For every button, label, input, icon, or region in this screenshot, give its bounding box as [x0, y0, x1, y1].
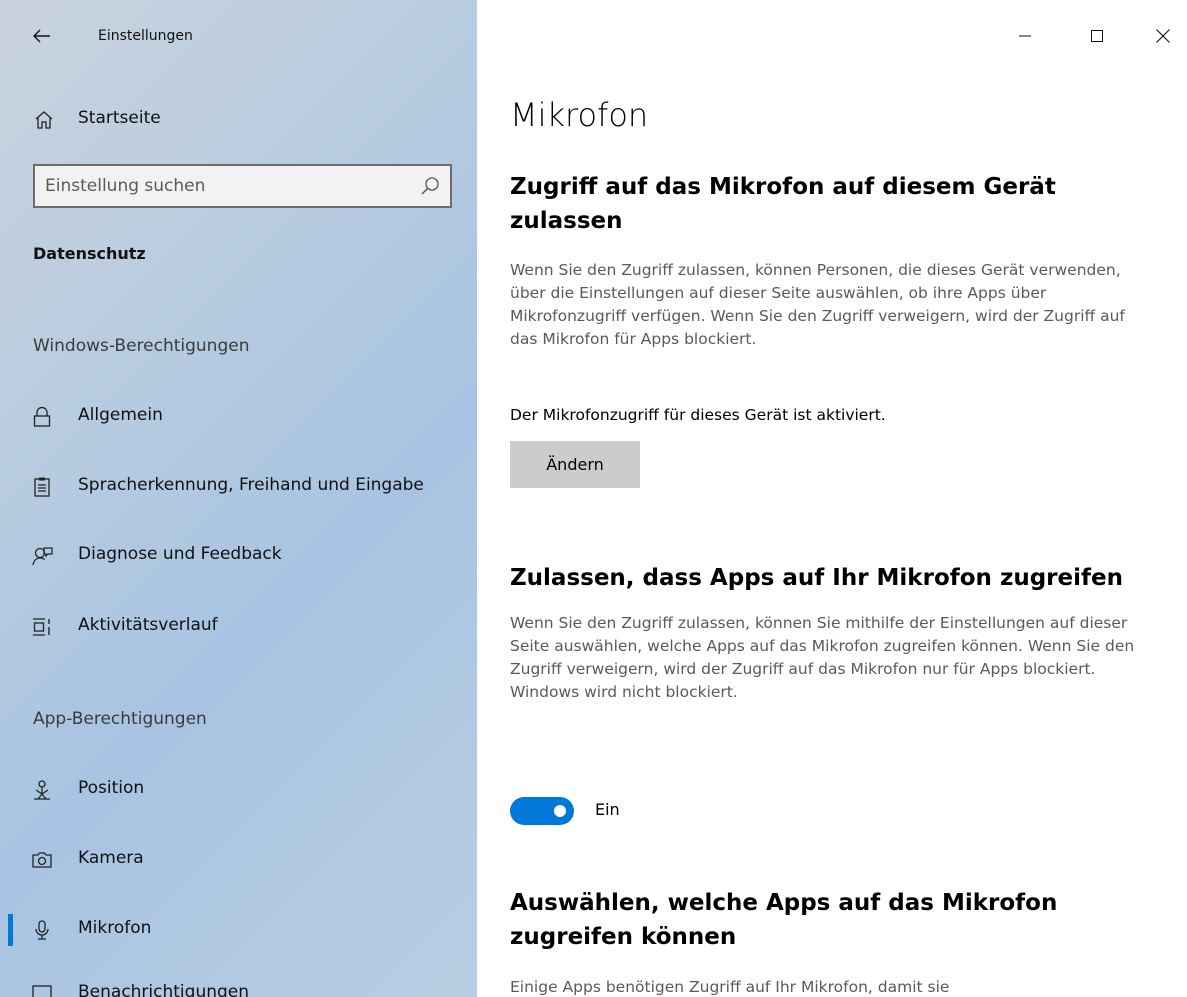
sidebar-item-label: Spracherkennung, Freihand und Eingabe: [78, 475, 424, 495]
section-heading-apps: App-Berechtigungen: [33, 709, 207, 729]
sidebar: Einstellungen Startseite Datenschutz Win…: [0, 0, 477, 997]
maximize-button[interactable]: [1077, 16, 1117, 56]
home-icon: [35, 111, 53, 129]
sidebar-item-allgemein[interactable]: Allgemein: [0, 395, 477, 439]
sidebar-item-spracherkennung[interactable]: Spracherkennung, Freihand und Eingabe: [0, 465, 477, 509]
minimize-button[interactable]: [1005, 16, 1045, 56]
change-button[interactable]: Ändern: [510, 441, 640, 488]
sidebar-item-home[interactable]: Startseite: [0, 100, 477, 140]
app-access-heading: Zulassen, dass Apps auf Ihr Mikrofon zug…: [510, 565, 1123, 591]
choose-apps-description: Einige Apps benötigen Zugriff auf Ihr Mi…: [510, 978, 950, 996]
toggle-label: Ein: [595, 800, 620, 819]
camera-icon: [32, 852, 52, 868]
sidebar-item-kamera[interactable]: Kamera: [0, 838, 477, 882]
close-button[interactable]: [1143, 16, 1183, 56]
search-field[interactable]: [33, 164, 452, 208]
sidebar-item-label: Allgemein: [78, 405, 163, 425]
location-icon: [34, 780, 50, 800]
search-icon[interactable]: [420, 176, 440, 196]
page-title: Mikrofon: [510, 96, 649, 134]
maximize-icon: [1091, 30, 1103, 42]
app-title: Einstellungen: [98, 28, 193, 44]
app-access-description: Wenn Sie den Zugriff zulassen, können Si…: [510, 614, 1135, 701]
lock-icon: [33, 406, 51, 427]
close-icon: [1156, 29, 1170, 43]
section-heading-windows: Windows-Berechtigungen: [33, 336, 250, 356]
app-access-toggle[interactable]: [510, 797, 574, 825]
microphone-icon: [35, 920, 49, 940]
minimize-icon: [1019, 35, 1031, 37]
device-access-status: Der Mikrofonzugriff für dieses Gerät ist…: [510, 406, 886, 424]
device-access-heading: Zugriff auf das Mikrofon auf diesem Gerä…: [510, 174, 1056, 234]
clipboard-icon: [34, 477, 50, 497]
sidebar-item-label: Diagnose und Feedback: [78, 544, 282, 564]
sidebar-item-position[interactable]: Position: [0, 768, 477, 812]
main-content: Mikrofon Zugriff auf das Mikrofon auf di…: [477, 0, 1187, 997]
choose-apps-heading: Auswählen, welche Apps auf das Mikrofon …: [510, 890, 1058, 950]
arrow-left-icon: [33, 29, 50, 43]
home-label: Startseite: [78, 108, 161, 128]
search-input[interactable]: [35, 166, 395, 206]
sidebar-item-mikrofon[interactable]: Mikrofon: [0, 908, 477, 952]
sidebar-item-benachrichtigungen[interactable]: Benachrichtigungen: [0, 972, 477, 997]
back-button[interactable]: [28, 22, 56, 50]
feedback-icon: [32, 547, 53, 566]
activity-icon: [33, 618, 50, 636]
sidebar-item-label: Aktivitätsverlauf: [78, 615, 218, 635]
sidebar-item-label: Benachrichtigungen: [78, 982, 250, 997]
device-access-description: Wenn Sie den Zugriff zulassen, können Pe…: [510, 261, 1125, 348]
sidebar-item-aktivitaetsverlauf[interactable]: Aktivitätsverlauf: [0, 605, 477, 649]
title-bar: Einstellungen: [0, 0, 477, 72]
notifications-icon: [32, 985, 52, 997]
sidebar-item-diagnose[interactable]: Diagnose und Feedback: [0, 534, 477, 578]
sidebar-item-label: Mikrofon: [78, 918, 152, 938]
sidebar-item-label: Kamera: [78, 848, 144, 868]
category-title: Datenschutz: [33, 244, 146, 263]
sidebar-item-label: Position: [78, 778, 145, 798]
toggle-knob: [554, 805, 566, 817]
